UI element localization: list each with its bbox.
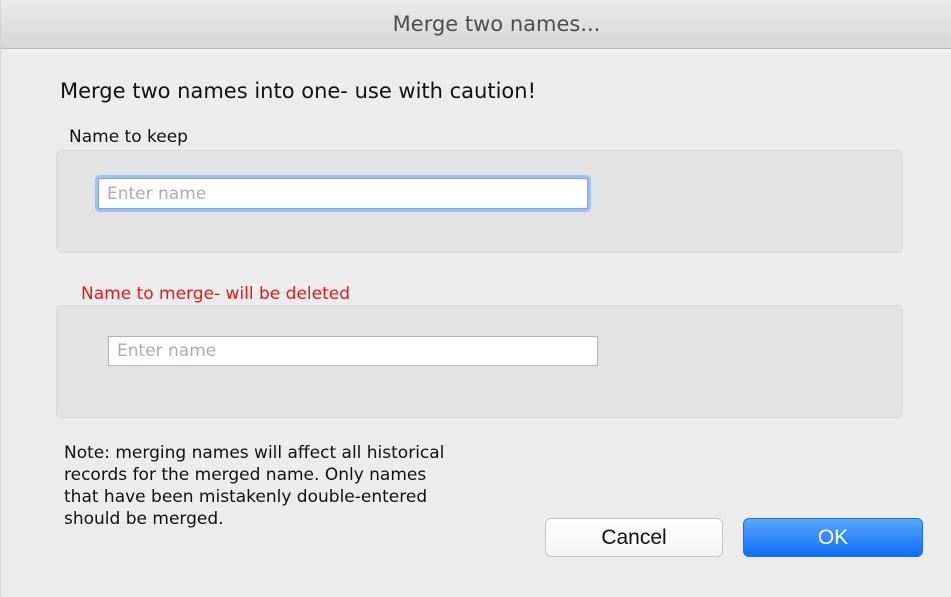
name-to-merge-input[interactable] xyxy=(108,336,598,366)
name-to-merge-label: Name to merge- will be deleted xyxy=(81,284,351,304)
merge-names-dialog: Merge two names... Merge two names into … xyxy=(0,0,951,597)
name-to-keep-input[interactable] xyxy=(98,178,588,209)
title-bar[interactable]: Merge two names... xyxy=(1,0,951,49)
window-title: Merge two names... xyxy=(392,12,601,36)
name-to-keep-label: Name to keep xyxy=(69,127,188,147)
merge-warning-note: Note: merging names will affect all hist… xyxy=(64,443,445,529)
cancel-button[interactable]: Cancel xyxy=(545,518,723,557)
dialog-heading: Merge two names into one- use with cauti… xyxy=(60,79,537,103)
ok-button[interactable]: OK xyxy=(743,518,923,557)
